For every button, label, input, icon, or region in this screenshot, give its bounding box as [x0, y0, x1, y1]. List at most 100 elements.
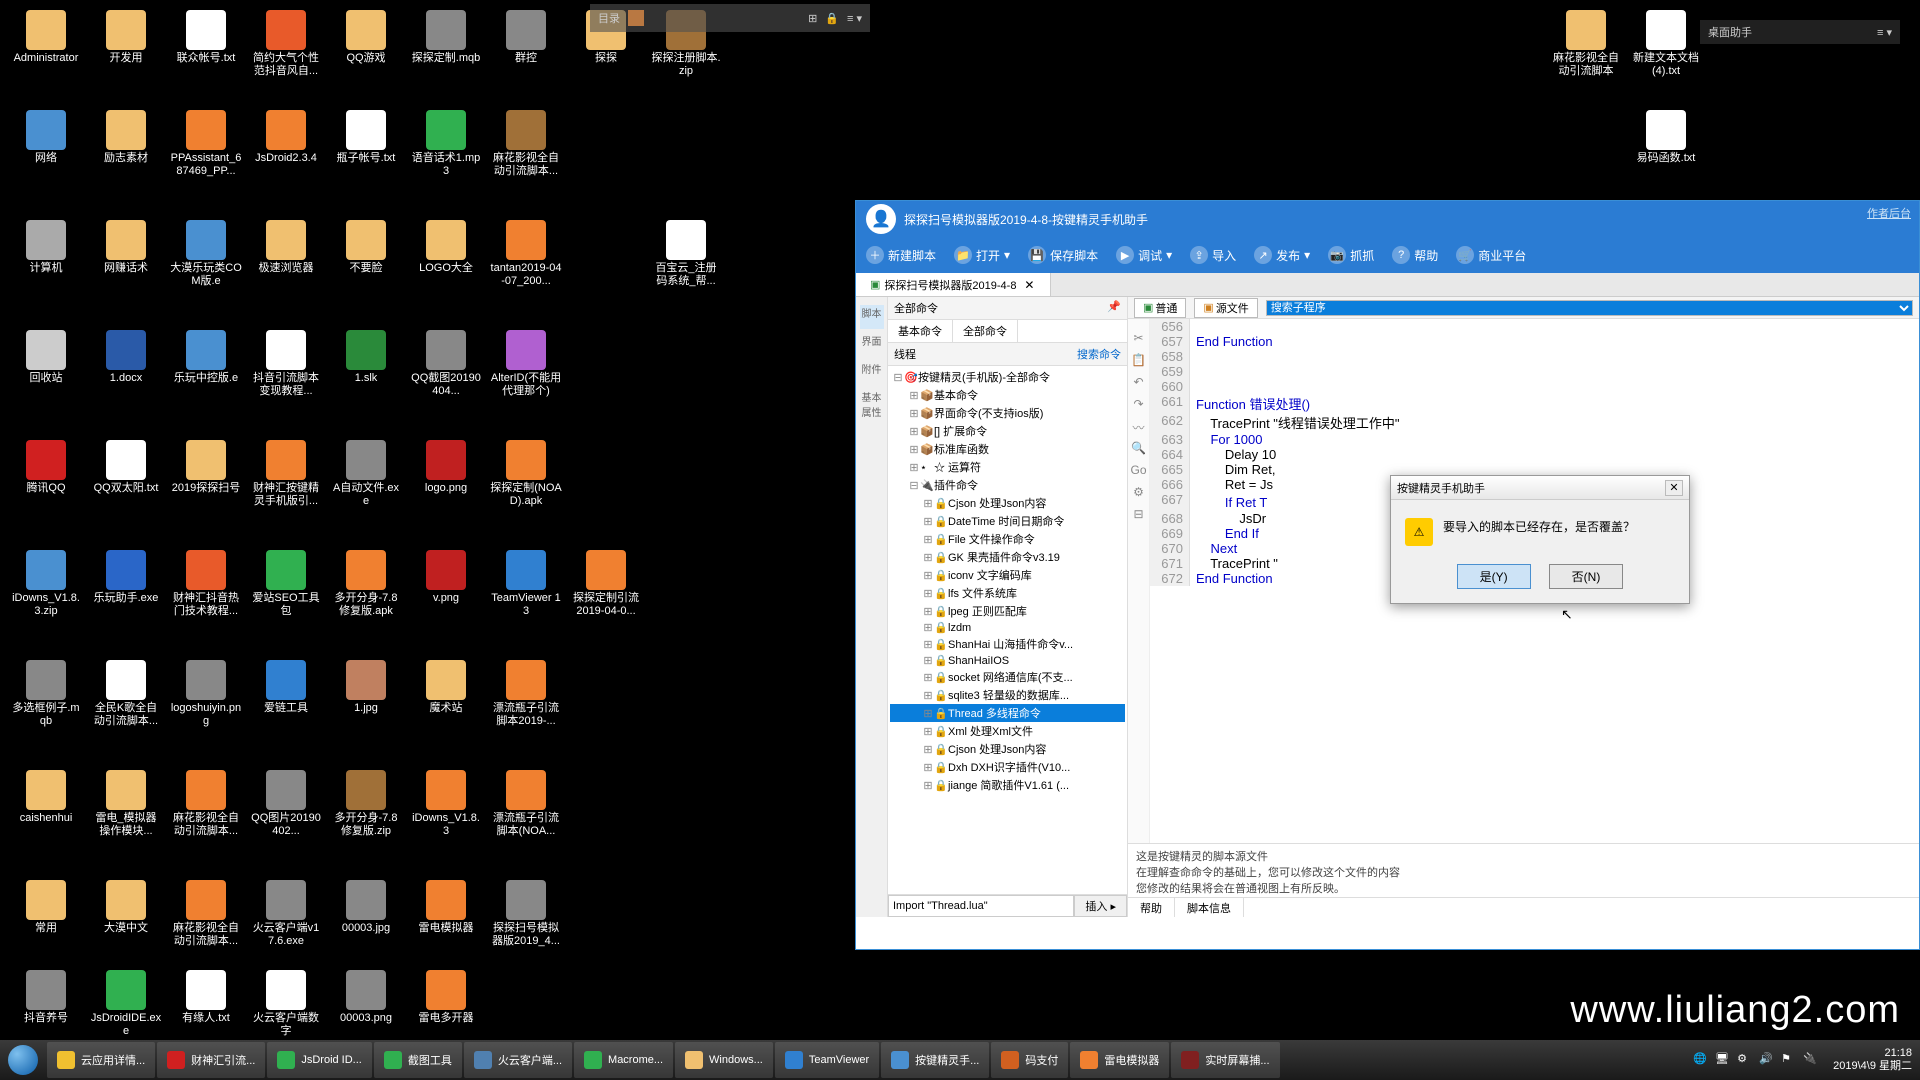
- toolbar-button[interactable]: 🛒商业平台: [1456, 246, 1526, 264]
- clock[interactable]: 21:18 2019\4\9 星期二: [1825, 1047, 1912, 1073]
- desktop-icon[interactable]: tantan2019-04-07_200...: [490, 220, 562, 288]
- desktop-icon[interactable]: AlterID(不能用代理那个): [490, 330, 562, 398]
- tree-item[interactable]: ⊞🔒jiange 简歌插件V1.61 (...: [890, 776, 1125, 794]
- file-tab[interactable]: ▣ 探探扫号模拟器版2019-4-8 ✕: [856, 273, 1051, 296]
- desktop-icon[interactable]: 联众帐号.txt: [170, 10, 242, 65]
- desktop-icon[interactable]: 瓶子帐号.txt: [330, 110, 402, 165]
- desktop-assistant-tray[interactable]: 桌面助手 ≡ ▾: [1700, 20, 1900, 44]
- desktop-icon[interactable]: 麻花影视全自动引流脚本: [1550, 10, 1622, 78]
- desktop-icon[interactable]: 探探定制.mqb: [410, 10, 482, 65]
- system-tray[interactable]: 🌐 🖥 ⚙ 🔊 ⚑ 🔌 21:18 2019\4\9 星期二: [1693, 1047, 1920, 1073]
- tree-item[interactable]: ⊞📦基本命令: [890, 386, 1125, 404]
- desktop-icon[interactable]: 回收站: [10, 330, 82, 385]
- desktop-icon[interactable]: 语音话术1.mp3: [410, 110, 482, 178]
- desktop-icon[interactable]: 漂流瓶子引流脚本2019-...: [490, 660, 562, 728]
- start-button[interactable]: [0, 1040, 46, 1080]
- taskbar-item[interactable]: 码支付: [991, 1042, 1068, 1078]
- tool-icon[interactable]: ↶: [1131, 375, 1147, 391]
- desktop-icon[interactable]: TeamViewer 13: [490, 550, 562, 618]
- tree-item[interactable]: ⊞🔒ShanHai 山海插件命令v...: [890, 635, 1125, 653]
- desktop-icon[interactable]: 00003.jpg: [330, 880, 402, 935]
- desktop-icon[interactable]: 群控: [490, 10, 562, 65]
- tool-icon[interactable]: ↷: [1131, 397, 1147, 413]
- tool-icon[interactable]: 〰: [1131, 419, 1147, 435]
- desktop-icon[interactable]: 爱链工具: [250, 660, 322, 715]
- toolbar-button[interactable]: ＋新建脚本: [866, 246, 936, 264]
- desktop-icon[interactable]: JsDroid2.3.4: [250, 110, 322, 165]
- desktop-icon[interactable]: 常用: [10, 880, 82, 935]
- desktop-icon[interactable]: LOGO大全: [410, 220, 482, 275]
- tool-icon[interactable]: 🔍: [1131, 441, 1147, 457]
- desktop-icon[interactable]: QQ双太阳.txt: [90, 440, 162, 495]
- desktop-icon[interactable]: 1.slk: [330, 330, 402, 385]
- tool-icon[interactable]: ⊟: [1131, 507, 1147, 523]
- tree-item[interactable]: ⊞🔒lpeg 正则匹配库: [890, 602, 1125, 620]
- tree-item[interactable]: ⊞🔒File 文件操作命令: [890, 530, 1125, 548]
- desktop-icon[interactable]: QQ图片20190402...: [250, 770, 322, 838]
- desktop-icon[interactable]: 雷电模拟器: [410, 880, 482, 935]
- tree-item[interactable]: ⊞🔒iconv 文字编码库: [890, 566, 1125, 584]
- taskbar-item[interactable]: Windows...: [675, 1042, 773, 1078]
- tree-item[interactable]: ⊞🔒lzdm: [890, 620, 1125, 635]
- desktop-icon[interactable]: JsDroidIDE.exe: [90, 970, 162, 1038]
- tool-icon[interactable]: ✂: [1131, 331, 1147, 347]
- desktop-icon[interactable]: 2019探探扫号: [170, 440, 242, 495]
- tree-root[interactable]: ⊟🎯按键精灵(手机版)-全部命令: [890, 368, 1125, 386]
- desktop-icon[interactable]: 财神汇抖音热门技术教程...: [170, 550, 242, 618]
- dialog-titlebar[interactable]: 按键精灵手机助手 ✕: [1391, 476, 1689, 500]
- taskbar-item[interactable]: 云应用详情...: [47, 1042, 155, 1078]
- tree-item[interactable]: ⊞🔒Cjson 处理Json内容: [890, 740, 1125, 758]
- tool-icon[interactable]: ⚙: [1131, 485, 1147, 501]
- desktop-icon[interactable]: 雷电_模拟器操作模块...: [90, 770, 162, 838]
- desktop-icon[interactable]: 1.docx: [90, 330, 162, 385]
- taskbar-item[interactable]: JsDroid ID...: [267, 1042, 372, 1078]
- taskbar-item[interactable]: 财神汇引流...: [157, 1042, 265, 1078]
- desktop-icon[interactable]: v.png: [410, 550, 482, 605]
- desktop-icon[interactable]: Administrator: [10, 10, 82, 65]
- taskbar-item[interactable]: 实时屏幕捕...: [1171, 1042, 1279, 1078]
- desktop-icon[interactable]: 1.jpg: [330, 660, 402, 715]
- desktop-icon[interactable]: 爱站SEO工具包: [250, 550, 322, 618]
- desktop-icon[interactable]: 不要脸: [330, 220, 402, 275]
- toolbar-button[interactable]: 📁打开▾: [954, 246, 1010, 264]
- leftnav-item[interactable]: 脚本: [860, 305, 884, 329]
- tree-item[interactable]: ⊞🔒Xml 处理Xml文件: [890, 722, 1125, 740]
- desktop-icon[interactable]: 大漠乐玩类COM版.e: [170, 220, 242, 288]
- tree-item[interactable]: ⊟🔌插件命令: [890, 476, 1125, 494]
- desktop-icon[interactable]: iDowns_V1.8.3: [410, 770, 482, 838]
- desktop-icon[interactable]: 麻花影视全自动引流脚本...: [170, 770, 242, 838]
- desktop-icon[interactable]: 新建文本文档(4).txt: [1630, 10, 1702, 78]
- toolbar-button[interactable]: ▶调试▾: [1116, 246, 1172, 264]
- desktop-icon[interactable]: 励志素材: [90, 110, 162, 165]
- toolbar-button[interactable]: ⇪导入: [1190, 246, 1236, 264]
- toolbar-button[interactable]: ↗发布▾: [1254, 246, 1310, 264]
- tool-icon[interactable]: Go: [1131, 463, 1147, 479]
- desktop-icon[interactable]: 易码函数.txt: [1630, 110, 1702, 165]
- leftnav-item[interactable]: 基本属性: [860, 389, 884, 413]
- search-cmd-link[interactable]: 搜索命令: [1077, 346, 1121, 362]
- pin-icon[interactable]: 📌: [1107, 300, 1121, 316]
- desktop-icon[interactable]: 大漠中文: [90, 880, 162, 935]
- desktop-icon[interactable]: 计算机: [10, 220, 82, 275]
- tray-icon[interactable]: 🔌: [1803, 1052, 1819, 1068]
- toolbar-button[interactable]: ?帮助: [1392, 246, 1438, 264]
- desktop-icon[interactable]: 魔术站: [410, 660, 482, 715]
- tool-icon[interactable]: 📋: [1131, 353, 1147, 369]
- tray-icon[interactable]: 🌐: [1693, 1052, 1709, 1068]
- no-button[interactable]: 否(N): [1549, 564, 1624, 589]
- tree-item[interactable]: ⊞🔒Thread 多线程命令: [890, 704, 1125, 722]
- tree-item[interactable]: ⊞📦标准库函数: [890, 440, 1125, 458]
- desktop-icon[interactable]: 简约大气个性范抖音风自...: [250, 10, 322, 78]
- desktop-icon[interactable]: logo.png: [410, 440, 482, 495]
- desktop-icon[interactable]: caishenhui: [10, 770, 82, 825]
- tree-item[interactable]: ⊞🔒Cjson 处理Json内容: [890, 494, 1125, 512]
- yes-button[interactable]: 是(Y): [1457, 564, 1531, 589]
- sub-search-select[interactable]: 搜索子程序: [1266, 300, 1913, 316]
- desktop-icon[interactable]: 雷电多开器: [410, 970, 482, 1025]
- desktop-icon[interactable]: logoshuiyin.png: [170, 660, 242, 728]
- tree-item[interactable]: ⊞🔒ShanHaiIOS: [890, 653, 1125, 668]
- tree-item[interactable]: ⊞⋆☆ 运算符: [890, 458, 1125, 476]
- tree-item[interactable]: ⊞🔒lfs 文件系统库: [890, 584, 1125, 602]
- desktop-icon[interactable]: 探探定制(NOAD).apk: [490, 440, 562, 508]
- taskbar-item[interactable]: 按键精灵手...: [881, 1042, 989, 1078]
